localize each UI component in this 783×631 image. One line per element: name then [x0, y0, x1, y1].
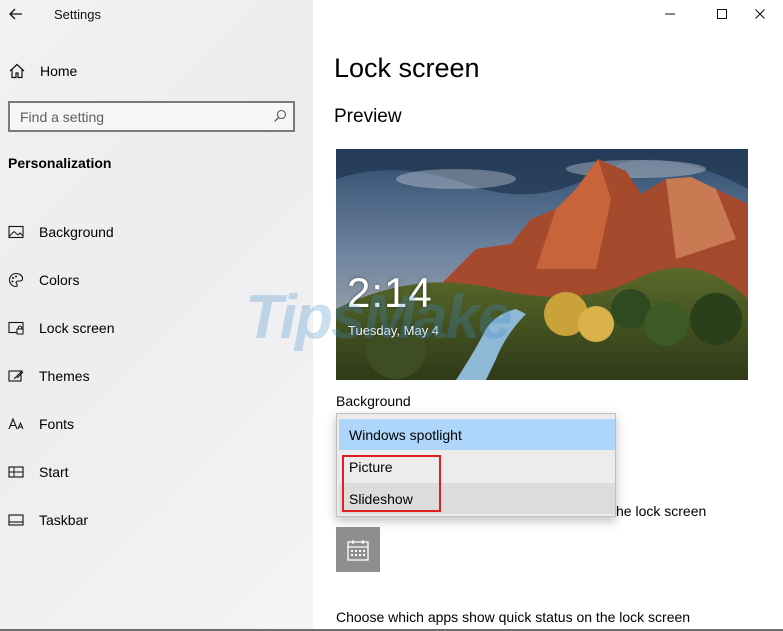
themes-icon — [8, 368, 24, 384]
sidebar-item-start[interactable]: Start — [0, 448, 313, 496]
watermark: TipsMake — [245, 283, 512, 352]
search-icon[interactable] — [273, 109, 287, 123]
minimize-button[interactable] — [647, 0, 693, 28]
sidebar-item-label: Fonts — [39, 416, 75, 432]
lock-screen-note-text: he lock screen — [616, 503, 707, 519]
palette-icon — [8, 272, 24, 288]
background-label: Background — [336, 393, 411, 409]
section-title: Personalization — [8, 155, 112, 171]
close-button[interactable] — [737, 0, 783, 28]
sidebar-nav: Background Colors Lock screen Themes Fon… — [0, 208, 313, 544]
home-label: Home — [40, 63, 78, 79]
close-icon — [755, 9, 765, 19]
page-title: Lock screen — [334, 53, 480, 83]
sidebar-item-label: Lock screen — [39, 320, 115, 336]
lock-screen-icon — [8, 320, 24, 336]
highlight-annotation-box — [342, 455, 441, 512]
sidebar-item-background[interactable]: Background — [0, 208, 313, 256]
sidebar-item-label: Start — [39, 464, 69, 480]
quick-status-label: Choose which apps show quick status on t… — [336, 609, 691, 625]
search-box[interactable] — [8, 101, 295, 132]
back-button[interactable] — [6, 4, 26, 24]
sidebar-item-label: Background — [39, 224, 114, 240]
dropdown-option-windows-spotlight[interactable]: Windows spotlight — [339, 419, 615, 450]
picture-icon — [8, 224, 24, 240]
sidebar-item-label: Colors — [39, 272, 80, 288]
preview-heading: Preview — [334, 106, 402, 127]
taskbar-icon — [8, 512, 24, 528]
sidebar-item-label: Taskbar — [39, 512, 89, 528]
sidebar-item-fonts[interactable]: Fonts — [0, 400, 313, 448]
home-icon — [9, 63, 25, 79]
fonts-icon — [8, 416, 24, 432]
app-title: Settings — [54, 7, 101, 22]
maximize-icon — [717, 9, 727, 19]
search-input[interactable] — [10, 103, 260, 130]
calendar-icon — [347, 539, 369, 561]
start-icon — [8, 464, 24, 480]
sidebar-item-taskbar[interactable]: Taskbar — [0, 496, 313, 544]
home-nav-item[interactable]: Home — [8, 60, 77, 82]
sidebar-item-label: Themes — [39, 368, 90, 384]
calendar-app-tile[interactable] — [336, 527, 380, 572]
minimize-icon — [665, 13, 675, 15]
back-arrow-icon — [9, 8, 22, 20]
sidebar-item-themes[interactable]: Themes — [0, 352, 313, 400]
